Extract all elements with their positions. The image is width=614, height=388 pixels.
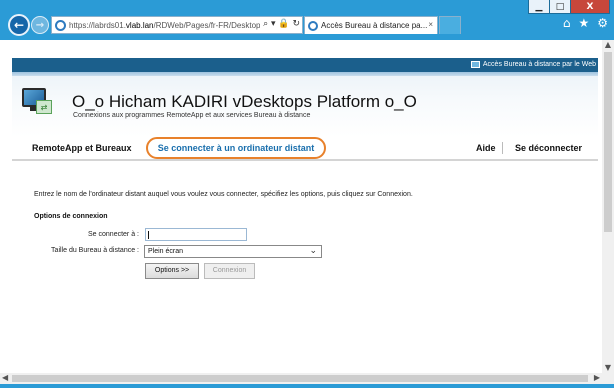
remote-desktop-logo-icon: ⇄ [22, 88, 52, 116]
banner-strip [12, 72, 598, 76]
forward-arrow-icon[interactable]: → [31, 16, 49, 34]
window-buttons: ▁ □ X [528, 0, 610, 14]
help-link[interactable]: Aide [476, 143, 496, 153]
browser-tab[interactable]: Accès Bureau à distance pa... × [304, 16, 438, 34]
ie-favicon-icon [55, 19, 66, 31]
close-button[interactable]: X [570, 0, 610, 14]
tab-title: Accès Bureau à distance pa... [321, 21, 428, 30]
scroll-down-icon[interactable]: ▼ [602, 363, 614, 373]
minimize-button[interactable]: ▁ [528, 0, 550, 14]
options-button[interactable]: Options >> [145, 263, 199, 279]
desktop-size-select[interactable]: Plein écran ⌄ [144, 245, 322, 258]
connexion-button[interactable]: Connexion [204, 263, 255, 279]
computer-name-input[interactable] [145, 228, 247, 241]
horizontal-scroll-thumb[interactable] [12, 375, 588, 382]
scroll-up-icon[interactable]: ▲ [602, 40, 614, 50]
browser-chrome: ▁ □ X ← → https://labrds01.vlab.lan/RDWe… [0, 0, 614, 40]
scroll-right-icon[interactable]: ▶ [594, 373, 600, 382]
page-content: Accès Bureau à distance par le Web ⇄ O_o… [0, 40, 602, 373]
address-url: https://labrds01.vlab.lan/RDWeb/Pages/fr… [69, 20, 265, 30]
nav-divider [502, 142, 503, 154]
vertical-scroll-thumb[interactable] [604, 52, 612, 232]
top-link[interactable]: Accès Bureau à distance par le Web [470, 61, 596, 68]
new-tab-button[interactable] [439, 16, 461, 34]
maximize-button[interactable]: □ [549, 0, 571, 14]
logout-link[interactable]: Se déconnecter [515, 143, 582, 153]
instructions-text: Entrez le nom de l'ordinateur distant au… [34, 191, 413, 198]
address-tools[interactable]: ⌕ ▾ 🔒 ↻ [260, 19, 300, 29]
back-arrow-icon[interactable]: ← [8, 14, 30, 36]
text-caret [148, 231, 149, 239]
rdweb-icon [470, 61, 480, 68]
ie-favicon-icon [308, 20, 318, 31]
connect-label: Se connecter à : [88, 231, 139, 238]
window-frame-bottom [0, 384, 614, 388]
chevron-down-icon: ⌄ [309, 245, 317, 255]
home-icon[interactable]: ⌂ [563, 16, 571, 30]
scrollbar-corner [602, 373, 614, 384]
options-heading: Options de connexion [34, 213, 108, 220]
desktop-size-value: Plein écran [148, 248, 184, 255]
desktop-size-label: Taille du Bureau à distance : [51, 247, 139, 254]
tab-connect-remote[interactable]: Se connecter à un ordinateur distant [146, 137, 326, 159]
address-bar[interactable]: https://labrds01.vlab.lan/RDWeb/Pages/fr… [51, 16, 303, 34]
tab-close-icon[interactable]: × [428, 20, 433, 29]
browser-tools: ⌂ ★ ⚙ [563, 16, 608, 30]
vertical-scrollbar[interactable]: ▲ ▼ [602, 40, 614, 373]
nav-bar: RemoteApp et Bureaux Se connecter à un o… [12, 137, 598, 161]
page-title: O_o Hicham KADIRI vDesktops Platform o_O [72, 92, 417, 111]
tab-remoteapp[interactable]: RemoteApp et Bureaux [32, 143, 132, 153]
page-subtitle: Connexions aux programmes RemoteApp et a… [73, 112, 311, 119]
gear-icon[interactable]: ⚙ [597, 16, 608, 30]
top-link-label: Accès Bureau à distance par le Web [482, 61, 596, 68]
star-icon[interactable]: ★ [578, 16, 589, 30]
horizontal-scrollbar[interactable]: ◀ ▶ [0, 373, 602, 384]
scroll-left-icon[interactable]: ◀ [2, 373, 8, 382]
